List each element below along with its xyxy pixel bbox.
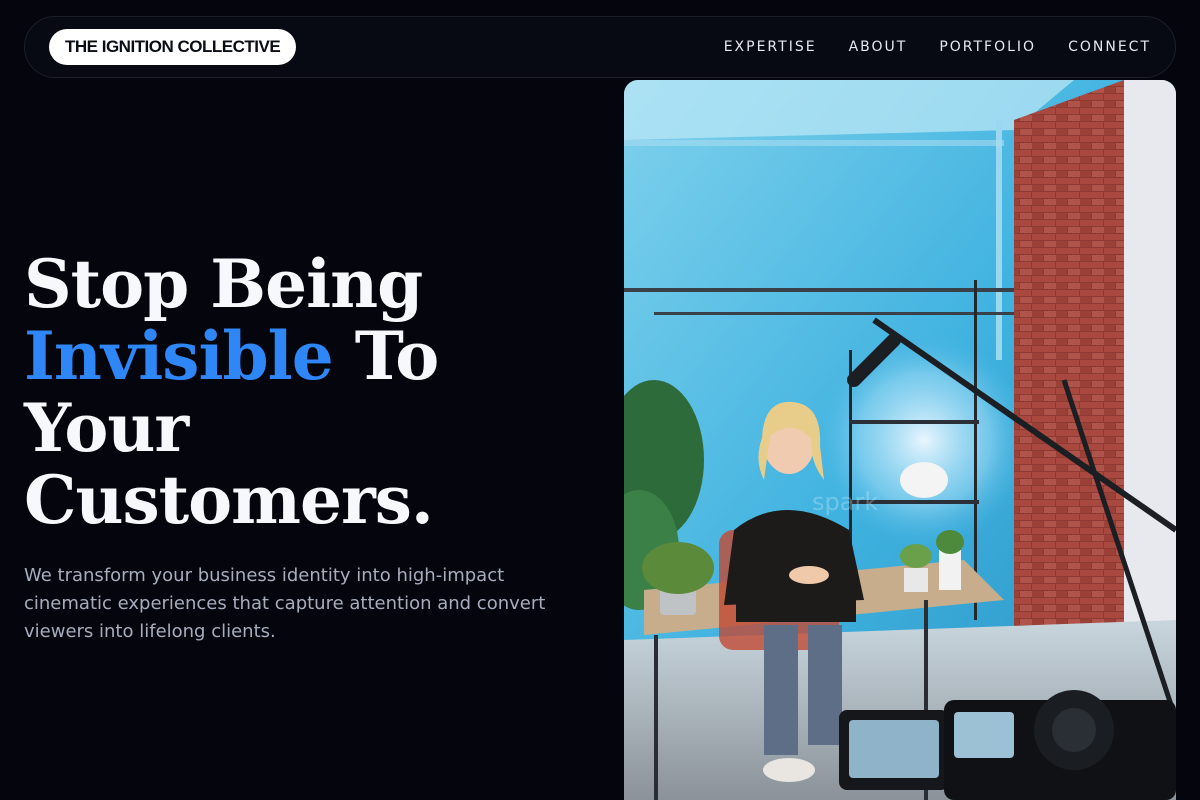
nav-menu: EXPERTISE ABOUT PORTFOLIO CONNECT [724,39,1151,55]
hero-headline: Stop Being Invisible To Your Customers. [24,248,604,536]
headline-part-1: Stop Being [24,245,423,323]
top-navbar: THE IGNITION COLLECTIVE EXPERTISE ABOUT … [24,16,1176,78]
nav-link-expertise[interactable]: EXPERTISE [724,39,817,55]
headline-accent: Invisible [24,317,334,395]
studio-photo: spark [624,80,1176,800]
brand-logo[interactable]: THE IGNITION COLLECTIVE [49,29,297,65]
nav-link-portfolio[interactable]: PORTFOLIO [939,39,1036,55]
nav-link-connect[interactable]: CONNECT [1068,39,1151,55]
nav-link-about[interactable]: ABOUT [849,39,908,55]
hero-subtext: We transform your business identity into… [24,565,546,642]
hero-image: spark [624,80,1176,800]
watermark-text: spark [812,488,878,516]
